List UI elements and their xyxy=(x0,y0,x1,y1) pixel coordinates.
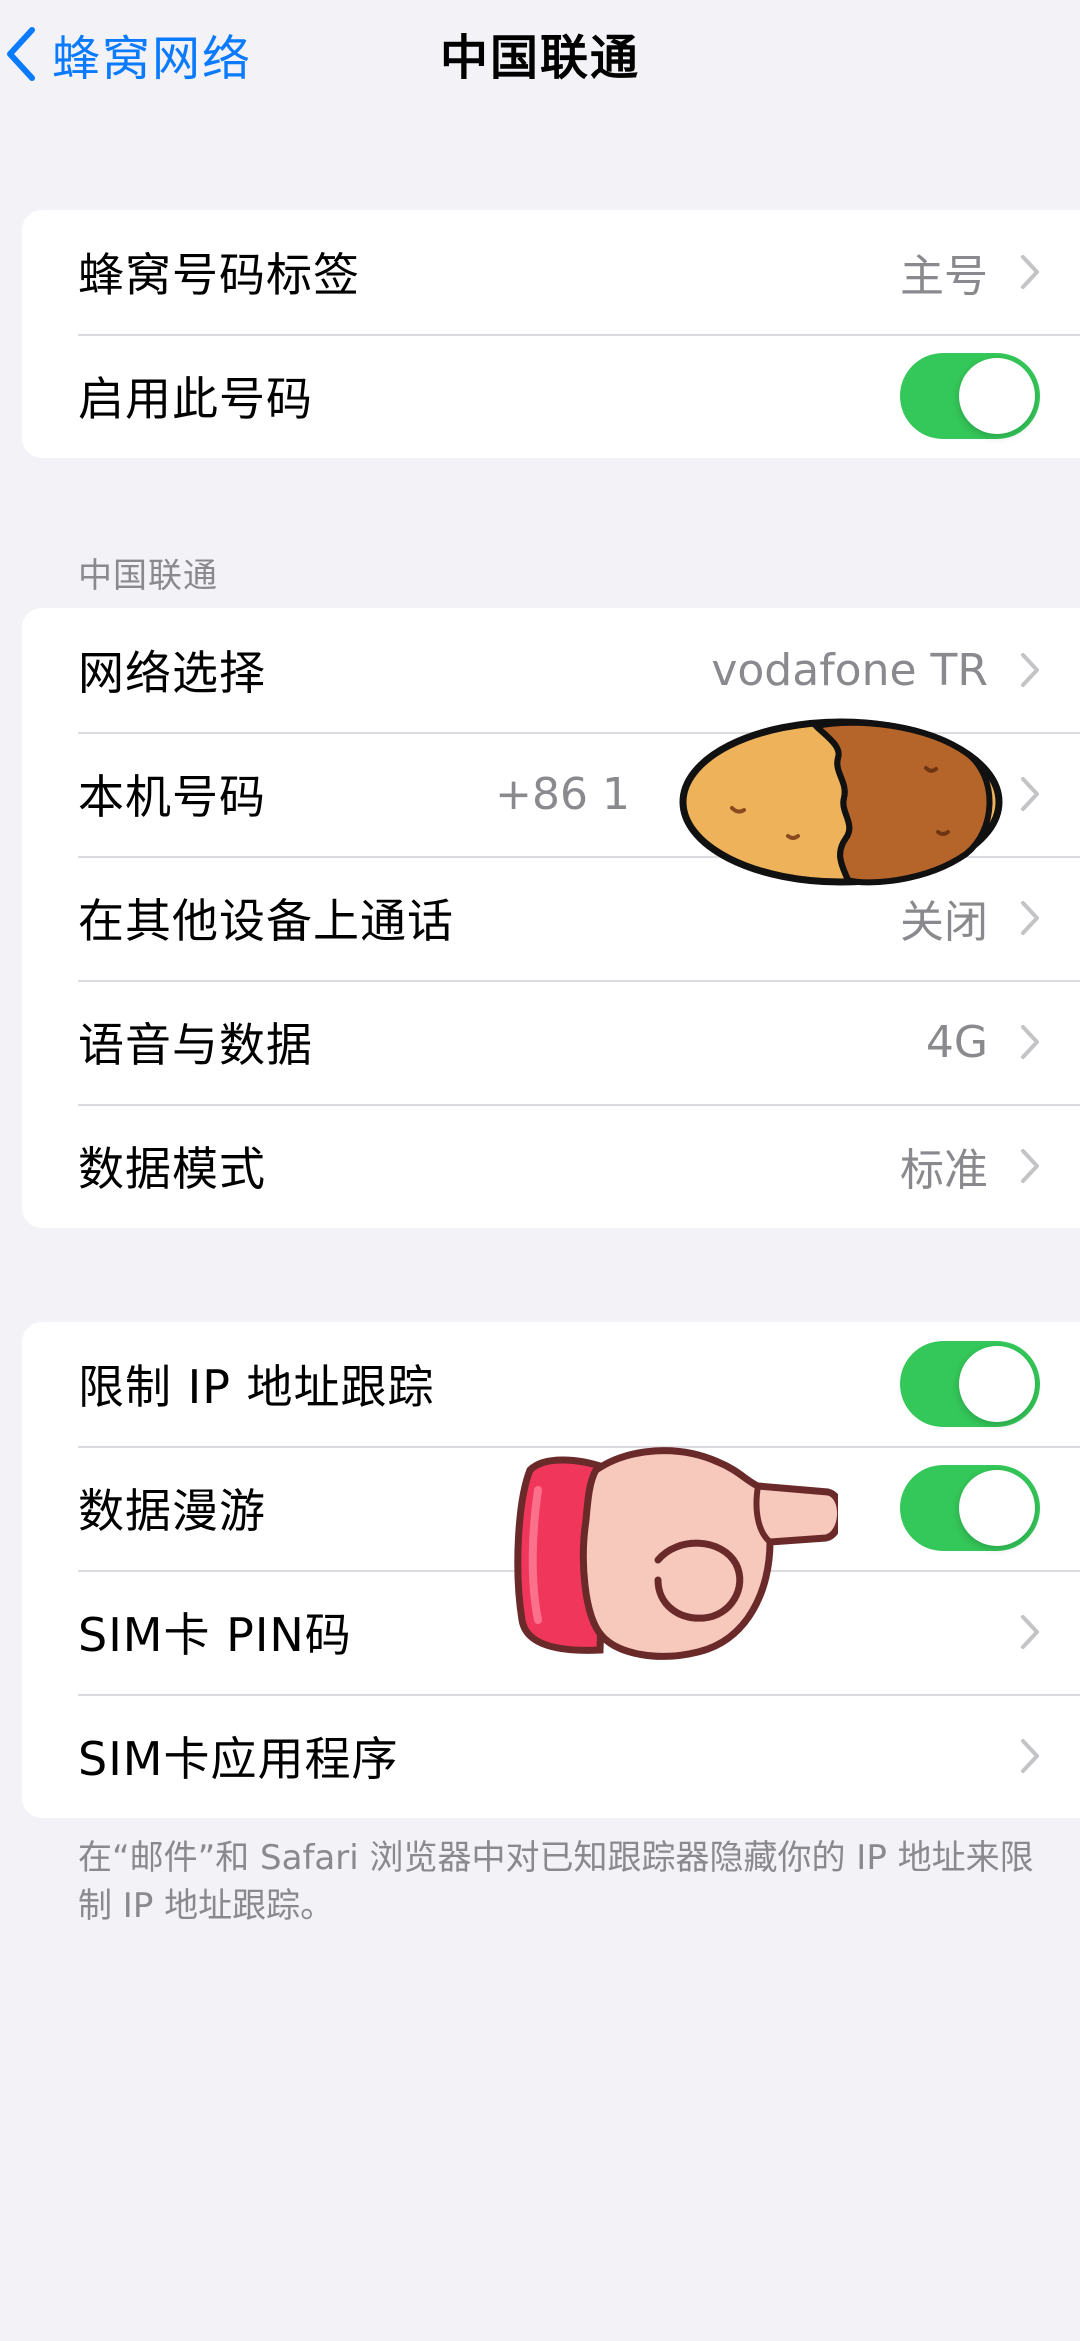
row-label: SIM卡应用程序 xyxy=(78,1732,399,1786)
row-label: SIM卡 PIN码 xyxy=(78,1608,352,1662)
chevron-right-icon xyxy=(1021,777,1039,811)
toggle-knob xyxy=(959,1346,1035,1422)
data-roaming-toggle[interactable] xyxy=(900,1465,1040,1551)
row-label: 数据模式 xyxy=(78,1142,266,1196)
row-label: 语音与数据 xyxy=(78,1018,313,1072)
chevron-right-icon xyxy=(1021,901,1039,935)
row-sim-applications[interactable]: SIM卡应用程序 xyxy=(22,1694,1080,1818)
row-limit-ip-tracking: 限制 IP 地址跟踪 xyxy=(22,1322,1080,1446)
row-value: 主号 xyxy=(900,251,988,302)
row-label: 蜂窝号码标签 xyxy=(78,248,360,302)
row-data-mode[interactable]: 数据模式 标准 xyxy=(22,1104,1080,1228)
row-label: 限制 IP 地址跟踪 xyxy=(78,1360,435,1414)
toggle-knob xyxy=(959,358,1035,434)
row-label: 本机号码 xyxy=(78,770,266,824)
navigation-bar: 蜂窝网络 中国联通 xyxy=(0,0,1080,110)
settings-group-number: 蜂窝号码标签 主号 启用此号码 xyxy=(22,210,1080,458)
row-label: 网络选择 xyxy=(78,646,266,700)
toggle-knob xyxy=(959,1470,1035,1546)
enable-number-toggle[interactable] xyxy=(900,353,1040,439)
row-value: 标准 xyxy=(900,1145,988,1196)
row-value: vodafone TR xyxy=(711,644,988,696)
row-value: 关闭 xyxy=(900,897,988,948)
footer-note: 在“邮件”和 Safari 浏览器中对已知跟踪器隐藏你的 IP 地址来限制 IP… xyxy=(78,1838,1034,1926)
chevron-right-icon xyxy=(1021,1149,1039,1183)
row-voice-data[interactable]: 语音与数据 4G xyxy=(22,980,1080,1104)
section-header: 中国联通 xyxy=(78,556,218,596)
row-value: 4G xyxy=(925,1016,988,1068)
row-value: +86 1 xyxy=(495,768,630,820)
row-label: 启用此号码 xyxy=(78,372,313,426)
chevron-right-icon xyxy=(1021,1739,1039,1773)
chevron-right-icon xyxy=(1021,255,1039,289)
limit-ip-tracking-toggle[interactable] xyxy=(900,1341,1040,1427)
chevron-right-icon xyxy=(1021,1615,1039,1649)
row-label: 在其他设备上通话 xyxy=(78,894,454,948)
row-label: 数据漫游 xyxy=(78,1484,266,1538)
potato-sticker xyxy=(679,718,1003,886)
row-number-label[interactable]: 蜂窝号码标签 主号 xyxy=(22,210,1080,334)
chevron-right-icon xyxy=(1021,1025,1039,1059)
chevron-right-icon xyxy=(1021,653,1039,687)
row-enable-number: 启用此号码 xyxy=(22,334,1080,458)
settings-group-carrier: 网络选择 vodafone TR 本机号码 +86 1 在其他设备上通话 关闭 … xyxy=(22,608,1080,1228)
pointing-hand-sticker xyxy=(514,1447,838,1660)
page-title: 中国联通 xyxy=(439,30,640,86)
